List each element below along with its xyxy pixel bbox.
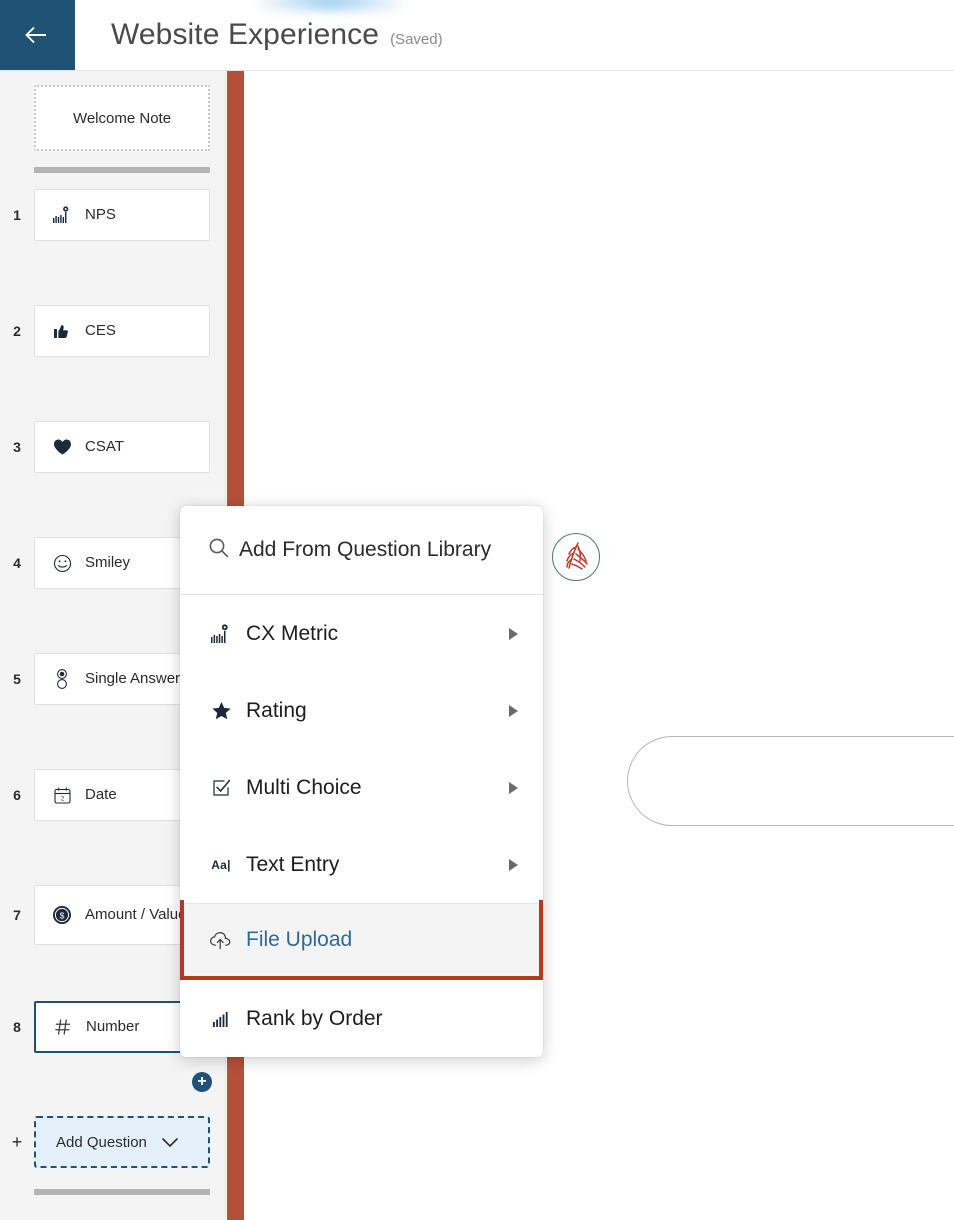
question-input-shape[interactable] [627,736,954,826]
item-index: 4 [13,555,21,571]
thumbs-up-icon [51,320,73,342]
item-label: CES [85,322,116,340]
item-label: Date [85,786,117,804]
item-card[interactable]: CES [34,305,210,357]
page-title: Website Experience [111,18,380,51]
menu-item-text-entry[interactable]: Aa| Text Entry [180,826,543,903]
item-index: 7 [13,907,21,923]
item-label: Number [86,1018,140,1036]
radio-button-icon [51,668,73,690]
top-bar: Website Experience (Saved) [0,0,954,71]
welcome-note-card[interactable]: Welcome Note [34,85,210,151]
rank-bars-icon [208,1007,234,1031]
arrow-left-icon [23,24,53,46]
menu-header-label: Add From Question Library [239,538,492,561]
menu-item-label: Text Entry [246,852,340,876]
plus-circle-icon[interactable]: + [192,1072,212,1092]
menu-item-rank-by-order[interactable]: Rank by Order [180,980,543,1057]
item-index: 5 [13,671,21,687]
chevron-down-icon [161,1137,179,1148]
add-question-row[interactable]: + Add Question [0,1116,225,1168]
cx-metric-bars-icon [208,622,234,646]
menu-item-label: File Upload [246,928,353,951]
calendar-icon: 2 [51,784,73,806]
nps-bars-icon [51,204,73,226]
menu-item-label: Rating [246,698,307,722]
svg-text:$: $ [60,910,65,920]
text-entry-icon: Aa| [211,857,231,872]
menu-item-multi-choice[interactable]: Multi Choice [180,749,543,826]
back-button[interactable] [0,0,75,70]
sidebar-item-nps[interactable]: 1 NPS [0,189,225,241]
item-label: Smiley [85,554,131,572]
app-root: Website Experience (Saved) Welcome Note … [0,0,954,1220]
star-icon [208,699,234,723]
caret-right-icon [507,858,521,872]
sidebar-divider-top [34,167,210,173]
add-question-label: Add Question [56,1133,147,1151]
item-label: Single Answer [85,670,181,688]
item-index: 8 [13,1019,21,1035]
money-coin-icon: $ [51,904,73,926]
menu-item-label: Multi Choice [246,775,362,799]
checkbox-icon [208,776,234,800]
heart-icon [51,436,73,458]
search-icon [208,537,229,563]
item-index: 2 [13,323,21,339]
menu-item-cx-metric[interactable]: CX Metric [180,595,543,672]
menu-item-question-library[interactable]: Add From Question Library [180,506,543,595]
item-index: 3 [13,439,21,455]
smiley-icon [51,552,73,574]
title-group: Website Experience (Saved) [75,18,443,52]
item-index: 6 [13,787,21,803]
svg-text:2: 2 [60,796,64,802]
item-card[interactable]: NPS [34,189,210,241]
caret-right-icon [507,781,521,795]
item-label: CSAT [85,438,124,456]
cloud-upload-icon [208,928,234,952]
add-question-button[interactable]: Add Question [34,1116,210,1168]
sidebar-divider-bottom [34,1189,210,1195]
feather-leaf-logo [552,533,600,581]
item-label: NPS [85,206,116,224]
item-card[interactable]: CSAT [34,421,210,473]
add-question-menu: Add From Question Library CX Metric Rati… [180,506,543,1057]
item-index: 1 [13,207,21,223]
caret-right-icon [507,627,521,641]
add-question-plus: + [11,1131,23,1152]
item-label: Amount / Value [85,906,187,924]
decorative-glow [258,0,403,10]
menu-item-rating[interactable]: Rating [180,672,543,749]
menu-item-label: Rank by Order [246,1006,383,1030]
sidebar-item-ces[interactable]: 2 CES [0,305,225,357]
menu-item-label: CX Metric [246,621,339,645]
caret-right-icon [507,704,521,718]
saved-status: (Saved) [390,31,443,48]
sidebar-item-csat[interactable]: 3 CSAT [0,421,225,473]
hash-icon [52,1016,74,1038]
menu-item-file-upload[interactable]: File Upload [180,900,543,980]
